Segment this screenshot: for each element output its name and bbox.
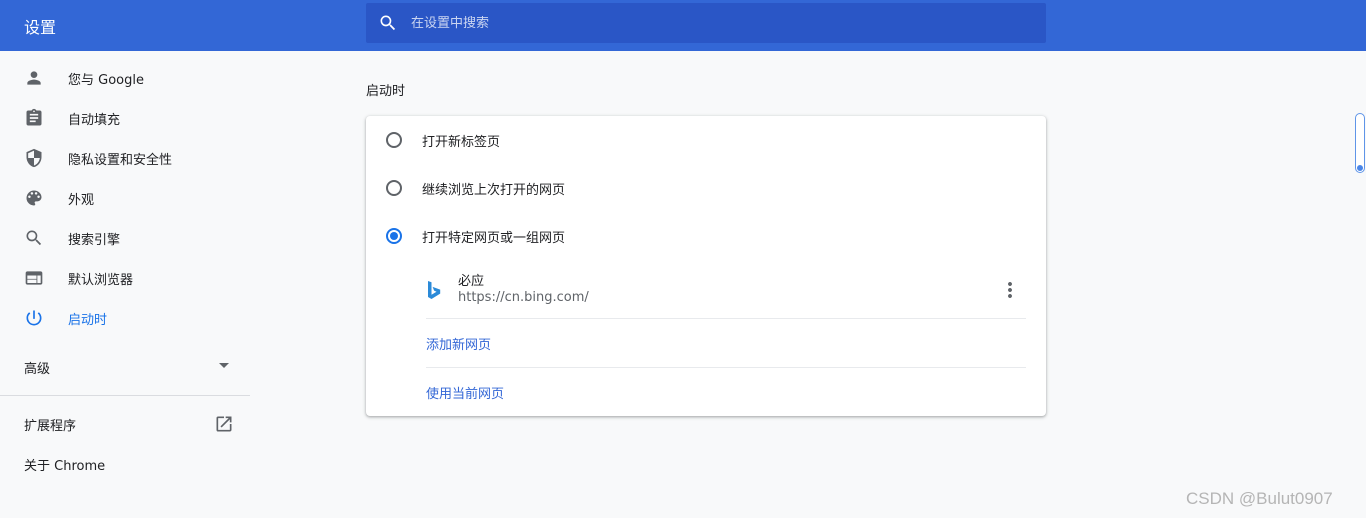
add-new-page-link[interactable]: 添加新网页 [426, 334, 491, 353]
sidebar-item-appearance[interactable]: 外观 [0, 178, 250, 218]
open-in-new-icon[interactable] [214, 414, 234, 434]
top-bar: 设置 [0, 0, 1366, 51]
sidebar-item-label: 隐私设置和安全性 [68, 152, 173, 168]
page-title: 设置 [24, 18, 57, 37]
option-label: 打开特定网页或一组网页 [422, 230, 566, 246]
radio-button-checked[interactable] [386, 228, 402, 244]
radio-button[interactable] [386, 180, 402, 196]
startup-card: 打开新标签页 继续浏览上次打开的网页 打开特定网页或一组网页 必应 https:… [366, 116, 1046, 416]
divider [426, 367, 1026, 368]
browser-window-icon [25, 271, 43, 285]
option-label: 打开新标签页 [422, 134, 501, 150]
startup-page-entry: 必应 https://cn.bing.com/ [426, 266, 1026, 318]
option-new-tab[interactable]: 打开新标签页 [366, 116, 1046, 164]
watermark: CSDN @Bulut0907 [1186, 489, 1333, 508]
palette-icon [26, 190, 42, 206]
advanced-toggle[interactable]: 高级 [24, 358, 50, 377]
clipboard-icon [26, 108, 42, 126]
scrollbar[interactable] [1355, 113, 1365, 173]
sidebar-item-label: 默认浏览器 [68, 272, 134, 288]
site-url: https://cn.bing.com/ [458, 290, 589, 305]
person-icon [27, 71, 41, 85]
sidebar-item-label: 启动时 [68, 312, 108, 328]
radio-button[interactable] [386, 132, 402, 148]
sidebar-item-default-browser[interactable]: 默认浏览器 [0, 258, 250, 298]
sidebar-item-privacy[interactable]: 隐私设置和安全性 [0, 138, 250, 178]
sidebar-item-on-startup[interactable]: 启动时 [0, 298, 250, 338]
sidebar-item-autofill[interactable]: 自动填充 [0, 98, 250, 138]
section-title: 启动时 [366, 84, 406, 99]
sidebar-item-label: 您与 Google [68, 72, 144, 88]
divider [426, 318, 1026, 319]
site-name: 必应 [458, 274, 485, 289]
chevron-down-icon [219, 363, 229, 368]
shield-icon [26, 148, 42, 168]
more-vert-icon[interactable] [998, 278, 1022, 302]
divider [0, 395, 250, 396]
extensions-link[interactable]: 扩展程序 [24, 415, 76, 434]
about-chrome-link[interactable]: 关于 Chrome [24, 455, 105, 474]
sidebar-item-you-and-google[interactable]: 您与 Google [0, 58, 250, 98]
option-specific-pages[interactable]: 打开特定网页或一组网页 [366, 212, 1046, 260]
sidebar: 您与 Google 自动填充 隐私设置和安全性 外观 搜索引擎 默认浏览器 启动… [0, 51, 250, 518]
search-icon [380, 15, 396, 31]
power-icon [26, 310, 42, 326]
bing-icon [428, 281, 441, 299]
sidebar-item-search-engine[interactable]: 搜索引擎 [0, 218, 250, 258]
search-icon [26, 230, 42, 246]
option-label: 继续浏览上次打开的网页 [422, 182, 566, 198]
sidebar-item-label: 搜索引擎 [68, 232, 121, 248]
option-continue[interactable]: 继续浏览上次打开的网页 [366, 164, 1046, 212]
search-input[interactable] [411, 15, 1011, 31]
use-current-pages-link[interactable]: 使用当前网页 [426, 383, 504, 402]
sidebar-item-label: 外观 [68, 192, 95, 208]
sidebar-item-label: 自动填充 [68, 112, 121, 128]
search-bar[interactable] [366, 3, 1046, 43]
